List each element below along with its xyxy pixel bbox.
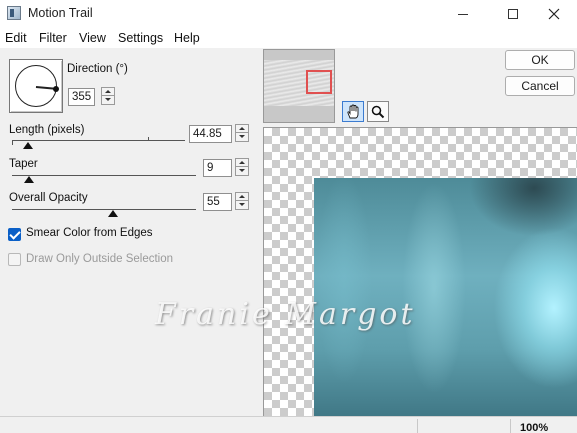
title-bar: Motion Trail [0, 0, 577, 28]
taper-slider-track[interactable] [12, 175, 196, 176]
signature-watermark: Franie Margot [155, 297, 416, 332]
opacity-slider-thumb[interactable] [108, 210, 119, 217]
ok-button[interactable]: OK [505, 50, 575, 70]
length-slider-track[interactable] [12, 140, 185, 141]
menu-settings[interactable]: Settings [118, 31, 163, 45]
motion-trail-app-icon [7, 6, 21, 20]
pan-tool-button[interactable] [342, 101, 364, 122]
navigator-view-box[interactable] [306, 70, 332, 94]
length-label: Length (pixels) [9, 124, 85, 136]
taper-field[interactable]: 9 [203, 159, 232, 177]
direction-label: Direction (°) [67, 63, 128, 75]
close-button[interactable] [531, 0, 577, 28]
smear-color-checkbox[interactable] [8, 228, 21, 241]
status-divider [417, 419, 418, 433]
direction-field[interactable]: 355 [68, 88, 95, 106]
dial-handle[interactable] [53, 86, 59, 92]
menu-bar: Edit Filter View Settings Help [0, 28, 577, 48]
maximize-icon [508, 9, 518, 19]
length-spinner[interactable] [235, 124, 249, 142]
status-bar: 100% [0, 416, 577, 433]
maximize-button[interactable] [490, 0, 536, 28]
menu-help[interactable]: Help [174, 31, 200, 45]
slider-tick [12, 141, 13, 145]
zoom-magnifier-icon [371, 105, 385, 118]
cancel-button[interactable]: Cancel [505, 76, 575, 96]
navigator-thumbnail[interactable] [263, 49, 335, 123]
slider-tick [148, 137, 149, 141]
close-icon [548, 8, 560, 20]
direction-spinner[interactable] [101, 87, 115, 105]
zoom-tool-button[interactable] [367, 101, 389, 122]
taper-spinner[interactable] [235, 158, 249, 176]
window-title: Motion Trail [28, 6, 93, 20]
preview-canvas[interactable] [263, 127, 577, 417]
length-slider-thumb[interactable] [22, 142, 33, 149]
minimize-icon [458, 13, 468, 15]
opacity-slider-track[interactable] [12, 209, 196, 210]
opacity-spinner[interactable] [235, 192, 249, 210]
opacity-field[interactable]: 55 [203, 193, 232, 211]
opacity-label: Overall Opacity [9, 192, 88, 204]
draw-only-outside-checkbox[interactable] [8, 253, 21, 266]
smear-color-label: Smear Color from Edges [26, 227, 153, 239]
minimize-button[interactable] [440, 0, 486, 28]
status-divider [510, 419, 511, 433]
length-field[interactable]: 44.85 [189, 125, 232, 143]
taper-slider-thumb[interactable] [23, 176, 34, 183]
hand-pan-icon [347, 104, 359, 118]
zoom-level: 100% [520, 422, 549, 433]
draw-only-outside-label: Draw Only Outside Selection [26, 253, 174, 265]
menu-view[interactable]: View [79, 31, 106, 45]
direction-dial[interactable] [9, 59, 63, 113]
taper-label: Taper [9, 158, 38, 170]
menu-filter[interactable]: Filter [39, 31, 67, 45]
menu-edit[interactable]: Edit [5, 31, 27, 45]
